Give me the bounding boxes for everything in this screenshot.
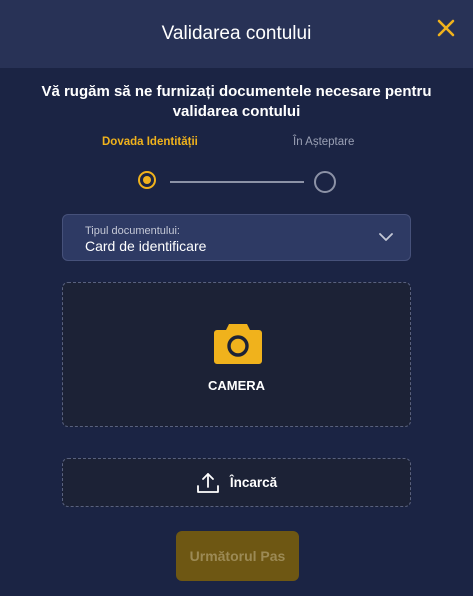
upload-icon [196,472,219,493]
close-icon[interactable] [435,17,457,39]
upload-button[interactable]: Încarcă [62,458,411,507]
document-type-value: Card de identificare [85,238,207,254]
step-indicator-pending [314,171,336,193]
next-step-button[interactable]: Următorul Pas [176,531,299,581]
camera-capture-area[interactable]: CAMERA [62,282,411,427]
instructions-text: Vă rugăm să ne furnizați documentele nec… [41,83,432,120]
modal-title: Validarea contului [161,23,312,44]
step-label-identity: Dovada Identității [102,136,198,148]
upload-label: Încarcă [229,475,278,490]
account-validation-modal: Validarea contului Vă rugăm să ne furniz… [0,0,473,596]
camera-icon [214,324,262,364]
modal-header: Validarea contului [0,0,473,68]
document-type-label: Tipul documentului: [85,225,180,237]
step-label-pending: În Așteptare [293,136,355,148]
chevron-down-icon [379,233,393,241]
camera-label: CAMERA [207,378,266,393]
step-connector [170,181,304,183]
document-type-select[interactable]: Tipul documentului: Card de identificare [62,214,411,261]
step-indicator-identity [138,171,156,189]
